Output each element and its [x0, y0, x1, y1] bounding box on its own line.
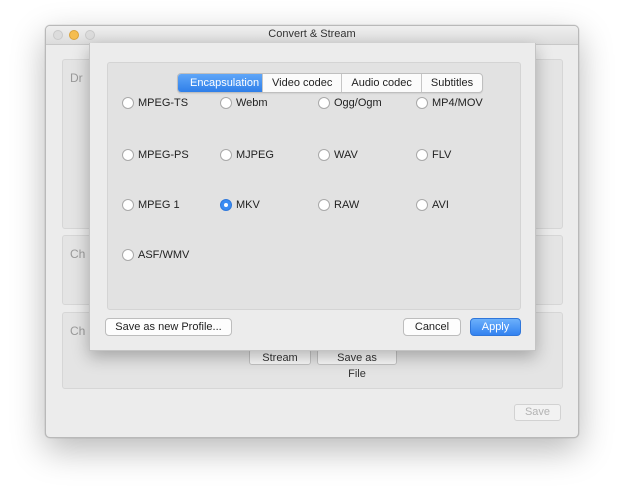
tab-subtitles[interactable]: Subtitles: [420, 74, 482, 92]
save-button[interactable]: Save: [514, 404, 561, 421]
profile-sheet: Encapsulation Video codec Audio codec Su…: [89, 43, 536, 351]
radio-circle-icon: [122, 97, 134, 109]
radio-wav[interactable]: WAV: [318, 149, 358, 161]
radio-label: MPEG-PS: [138, 149, 189, 161]
radio-mkv[interactable]: MKV: [220, 199, 260, 211]
radio-circle-icon: [220, 149, 232, 161]
convert-stream-window: Convert & Stream Dr Ch Ch Stream Save as…: [45, 25, 579, 438]
radio-label: ASF/WMV: [138, 249, 190, 261]
radio-asf-wmv[interactable]: ASF/WMV: [122, 249, 189, 261]
radio-label: AVI: [432, 199, 449, 211]
stream-button[interactable]: Stream: [249, 349, 311, 365]
radio-mjpeg[interactable]: MJPEG: [220, 149, 274, 161]
radio-label: MP4/MOV: [432, 97, 483, 109]
destination-panel-label: Dr: [70, 71, 83, 85]
radio-avi[interactable]: AVI: [416, 199, 449, 211]
window-title: Convert & Stream: [268, 28, 356, 40]
choose-panel-label: Ch: [70, 247, 86, 261]
radio-raw[interactable]: RAW: [318, 199, 359, 211]
radio-circle-icon: [318, 199, 330, 211]
radio-circle-icon: [220, 97, 232, 109]
radio-label: MJPEG: [236, 149, 274, 161]
radio-label: RAW: [334, 199, 360, 211]
tab-content-box: Encapsulation Video codec Audio codec Su…: [107, 62, 521, 310]
radio-label: MPEG-TS: [138, 97, 189, 109]
tab-bar: Encapsulation Video codec Audio codec Su…: [177, 73, 484, 93]
radio-circle-icon: [416, 97, 428, 109]
radio-mpeg-ts[interactable]: MPEG-TS: [122, 97, 188, 109]
radio-circle-icon: [318, 149, 330, 161]
save-as-file-button[interactable]: Save as File: [317, 349, 397, 380]
radio-webm[interactable]: Webm: [220, 97, 268, 109]
radio-label: Webm: [236, 97, 268, 109]
radio-circle-icon: [416, 199, 428, 211]
apply-button[interactable]: Apply: [470, 318, 521, 336]
radio-label: WAV: [334, 149, 358, 161]
cancel-button[interactable]: Cancel: [403, 318, 461, 336]
tab-encapsulation[interactable]: Encapsulation: [178, 74, 262, 92]
radio-label: MKV: [236, 199, 260, 211]
radio-mpeg-ps[interactable]: MPEG-PS: [122, 149, 189, 161]
radio-circle-icon: [318, 97, 330, 109]
radio-mpeg-1[interactable]: MPEG 1: [122, 199, 180, 211]
radio-circle-icon: [122, 249, 134, 261]
tab-audio-codec[interactable]: Audio codec: [341, 74, 421, 92]
save-as-new-profile-button[interactable]: Save as new Profile...: [105, 318, 232, 336]
radio-circle-icon: [122, 199, 134, 211]
tab-video-codec[interactable]: Video codec: [262, 74, 341, 92]
radio-flv[interactable]: FLV: [416, 149, 451, 161]
radio-mp4-mov[interactable]: MP4/MOV: [416, 97, 483, 109]
choose-destination-panel-label: Ch: [70, 324, 86, 338]
radio-label: Ogg/Ogm: [334, 97, 382, 109]
radio-circle-icon: [122, 149, 134, 161]
radio-label: FLV: [432, 149, 452, 161]
radio-selected-icon: [220, 199, 232, 211]
radio-label: MPEG 1: [138, 199, 180, 211]
radio-ogg-ogm[interactable]: Ogg/Ogm: [318, 97, 382, 109]
radio-circle-icon: [416, 149, 428, 161]
